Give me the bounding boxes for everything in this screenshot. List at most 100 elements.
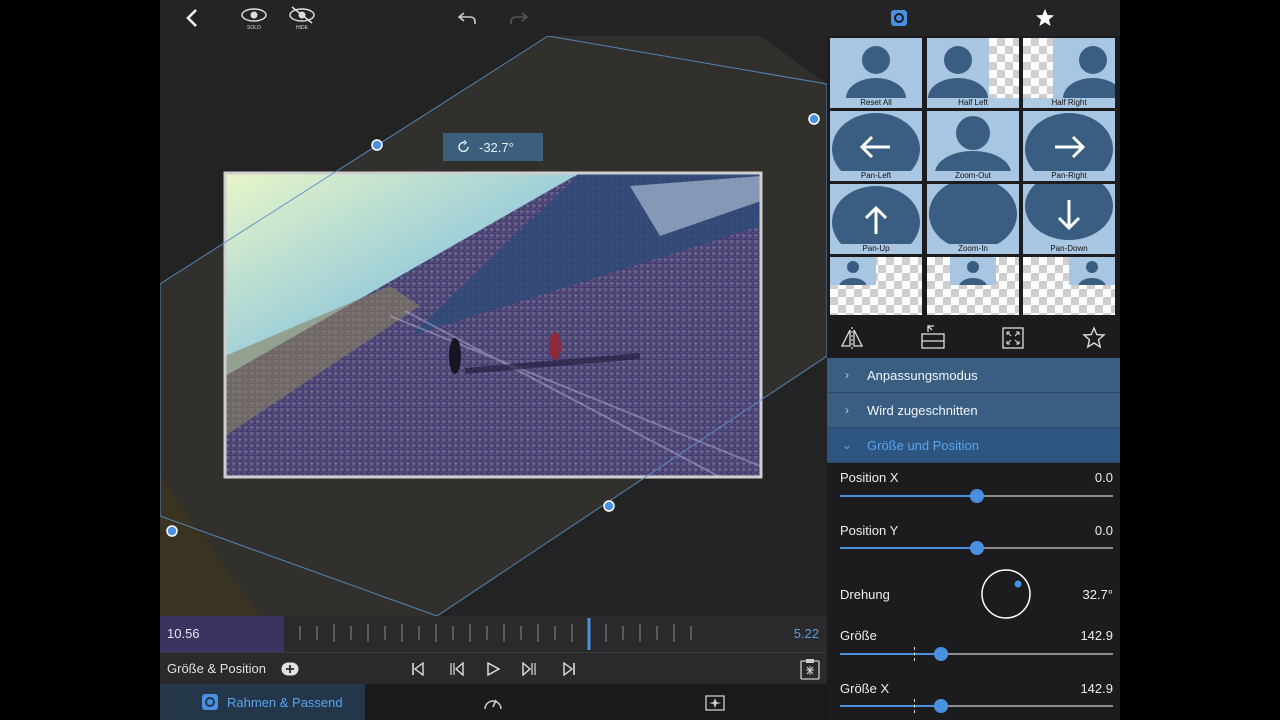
position-x-value[interactable]: 0.0 [1095,470,1113,485]
size-label: Größe [840,628,877,643]
current-effect-label: Größe & Position [167,661,266,676]
preset-zoom-in[interactable]: Zoom-In [927,184,1019,254]
transform-handle[interactable] [603,500,615,512]
person-icon [950,257,996,285]
remaining-time: 5.22 [793,626,819,641]
preset-corner-top-right[interactable] [1023,257,1115,315]
slider-knob[interactable] [969,489,984,503]
preset-half-left[interactable]: Half Left [927,38,1019,108]
section-fit-mode[interactable]: › Anpassungsmodus [827,358,1120,393]
clip-settings-icon [891,10,907,26]
preview-canvas [160,36,827,616]
position-y-value[interactable]: 0.0 [1095,523,1113,538]
preset-pan-right[interactable]: Pan-Right [1023,111,1115,181]
preset-label: Pan-Left [830,171,922,181]
person-icon [928,46,988,98]
transform-handle[interactable] [808,113,820,125]
size-slider[interactable] [840,647,1113,661]
top-toolbar: SOLO HIDE [160,0,1120,36]
redo-icon [510,12,529,24]
person-icon [1063,46,1115,98]
rotation-readout-value: -32.7° [479,139,514,155]
solo-button[interactable]: SOLO [238,0,270,36]
app-window: SOLO HIDE -32.7° 10.56 5.22 Größe & Posi… [160,0,1120,720]
size-x-label: Größe X [840,681,890,696]
effects-icon[interactable] [705,695,725,711]
preset-pan-up[interactable]: Pan-Up [830,184,922,254]
play-icon[interactable] [486,662,500,676]
preset-reset-all[interactable]: Reset All [830,38,922,108]
preset-corner-top-center[interactable] [927,257,1019,315]
transform-handle[interactable] [371,139,383,151]
step-back-icon[interactable] [448,662,464,676]
step-forward-icon[interactable] [522,662,538,676]
eye-slash-icon [289,6,315,24]
size-x-slider[interactable] [840,699,1113,713]
clip-settings-button[interactable] [888,0,910,36]
undo-button[interactable] [454,0,480,36]
preset-label: Zoom-In [927,244,1019,254]
preset-label: Pan-Right [1023,171,1115,181]
default-marker [914,699,916,713]
preset-label: Pan-Up [830,244,922,254]
keyframe-add-icon[interactable] [281,662,299,676]
preset-zoom-out[interactable]: Zoom-Out [927,111,1019,181]
hide-button[interactable]: HIDE [286,0,318,36]
size-x-value[interactable]: 142.9 [1080,681,1113,696]
section-cropping[interactable]: › Wird zugeschnitten [827,393,1120,428]
person-icon [929,184,1017,250]
arrow-down-icon [1025,184,1113,240]
position-x-slider[interactable] [840,489,1113,503]
flip-icon[interactable] [840,326,864,350]
preset-pan-down[interactable]: Pan-Down [1023,184,1115,254]
clipboard-icon[interactable] [800,658,820,680]
crop-rotate-icon[interactable] [920,324,946,350]
rotation-value[interactable]: 32.7° [1082,587,1113,602]
size-value[interactable]: 142.9 [1080,628,1113,643]
person-icon [846,46,906,108]
timeline[interactable]: 10.56 5.22 [160,616,827,652]
hide-label: HIDE [296,25,308,31]
chevron-right-icon: › [845,403,849,417]
slider-knob[interactable] [934,699,948,713]
preset-corner-top-left[interactable] [830,257,922,315]
section-size-position[interactable]: ⌄ Größe und Position [827,428,1120,463]
section-label: Wird zugeschnitten [867,402,978,418]
section-label: Anpassungsmodus [867,367,978,383]
transform-handle[interactable] [166,525,178,537]
timeline-ticks [299,618,692,650]
person-icon [830,257,876,285]
back-button[interactable] [178,0,206,36]
slider-knob[interactable] [934,647,948,661]
preset-label: Pan-Down [1023,244,1115,254]
redo-button[interactable] [506,0,532,36]
rotation-label: Drehung [840,587,890,602]
person-icon [935,116,1011,181]
arrow-right-icon [1025,113,1113,181]
star-icon [1036,9,1054,26]
preview-viewer[interactable]: -32.7° [160,36,827,616]
chevron-left-icon [186,9,197,27]
person-icon [1069,257,1115,285]
star-outline-icon[interactable] [1082,326,1106,350]
favorites-button[interactable] [1033,0,1057,36]
skip-end-icon[interactable] [562,662,576,676]
solo-label: SOLO [247,25,261,31]
preset-pan-left[interactable]: Pan-Left [830,111,922,181]
slider-knob[interactable] [969,541,984,555]
position-x-label: Position X [840,470,899,485]
skip-start-icon[interactable] [411,662,425,676]
arrow-left-icon [832,113,920,181]
speed-icon[interactable] [483,695,503,711]
preset-half-right[interactable]: Half Right [1023,38,1115,108]
preset-label: Half Left [927,98,1019,108]
preset-label: Zoom-Out [927,171,1019,181]
rotate-icon [458,140,469,153]
undo-icon [457,12,476,24]
fit-frame-icon[interactable] [1002,327,1024,349]
bottom-tabs: Rahmen & Passend [160,684,827,720]
rotation-dial[interactable] [980,568,1032,620]
position-y-slider[interactable] [840,541,1113,555]
tab-frame-fit[interactable]: Rahmen & Passend [160,684,365,720]
transport-bar: Größe & Position [160,652,827,685]
